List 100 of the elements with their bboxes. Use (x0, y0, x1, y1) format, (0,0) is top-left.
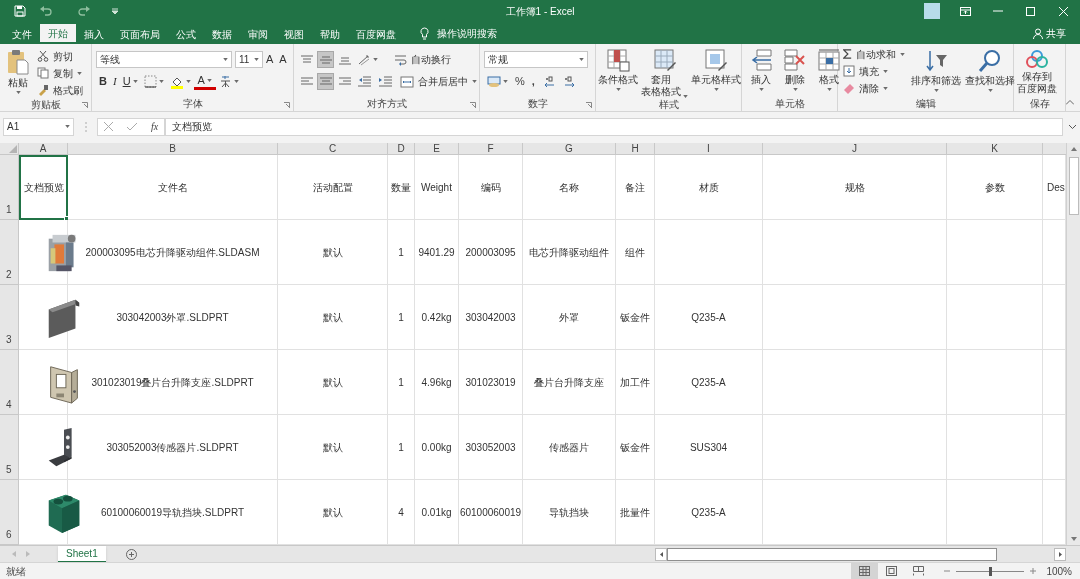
vertical-align-button[interactable] (317, 51, 334, 68)
dialog-launcher-icon[interactable] (470, 102, 476, 108)
increase-indent-button[interactable] (376, 73, 395, 90)
number-format-field[interactable]: 常规 (484, 51, 588, 68)
column-header[interactable]: G (523, 143, 616, 155)
lightbulb-icon[interactable] (420, 26, 429, 40)
maximize-icon[interactable] (1026, 6, 1035, 16)
row-header[interactable]: 2 (0, 220, 19, 285)
underline-button[interactable]: U (119, 73, 141, 90)
ribbon-tab[interactable]: 数据 (204, 24, 240, 44)
collapse-ribbon-icon[interactable] (1066, 100, 1074, 105)
ribbon-tab[interactable]: 文件 (4, 24, 40, 44)
row-header[interactable]: 1 (0, 155, 19, 220)
close-icon[interactable] (1059, 6, 1068, 16)
row-header[interactable]: 4 (0, 350, 19, 415)
table-cell: Q235-A (655, 285, 763, 350)
cancel-icon[interactable] (104, 122, 113, 131)
row-header[interactable]: 6 (0, 480, 19, 545)
row-header[interactable]: 3 (0, 285, 19, 350)
share-button[interactable]: 共享 (1046, 25, 1066, 41)
clear-button[interactable]: 清除 (840, 80, 908, 96)
dialog-launcher-icon[interactable] (82, 102, 88, 108)
dialog-launcher-icon[interactable] (284, 102, 290, 108)
ribbon-tab[interactable]: 百度网盘 (348, 24, 404, 44)
scroll-up-icon[interactable] (1070, 147, 1077, 151)
ribbon-tab[interactable]: 视图 (276, 24, 312, 44)
column-header[interactable]: B (68, 143, 278, 155)
merge-center-button[interactable]: 合并后居中 (397, 73, 480, 90)
autosum-button[interactable]: 自动求和 (840, 46, 908, 62)
ribbon-tab[interactable]: 插入 (76, 24, 112, 44)
zoom-slider[interactable] (956, 566, 1025, 576)
ribbon-tab[interactable]: 帮助 (312, 24, 348, 44)
wrap-text-button[interactable]: 自动换行 (391, 51, 454, 68)
table-cell: 文档预览 (19, 155, 68, 220)
scroll-left-button[interactable] (655, 547, 667, 561)
ribbon-display-icon[interactable] (960, 6, 971, 16)
comma-button[interactable]: , (528, 73, 538, 90)
ribbon-tab[interactable]: 审阅 (240, 24, 276, 44)
cell-style-button[interactable]: 单元格样式 (690, 45, 742, 98)
dialog-launcher-icon[interactable] (586, 102, 592, 108)
grow-font-button[interactable]: A (263, 51, 277, 68)
scrollbar-thumb[interactable] (667, 547, 997, 561)
sheet-tab[interactable]: Sheet1 (58, 545, 106, 563)
copy-button[interactable]: 复制 (34, 65, 86, 81)
scroll-right-button[interactable] (1054, 547, 1066, 561)
decrease-indent-button[interactable] (355, 73, 374, 90)
column-header[interactable]: I (655, 143, 763, 155)
tell-me-search[interactable]: 操作说明搜索 (437, 25, 497, 41)
ribbon-tab[interactable]: 页面布局 (112, 24, 168, 44)
column-header[interactable]: J (763, 143, 947, 155)
add-sheet-icon[interactable] (125, 548, 137, 560)
horizontal-align-button[interactable] (317, 73, 334, 90)
conditional-format-button[interactable]: 条件格式 (597, 45, 639, 98)
sort-filter-button[interactable]: 排序和筛选 (910, 46, 962, 97)
table-format-button[interactable]: 套用 表格格式 (640, 45, 689, 98)
font-color-button[interactable]: A (193, 73, 216, 90)
formula-input[interactable]: 文档预览 (165, 117, 1063, 136)
column-header[interactable]: H (616, 143, 655, 155)
insert-button[interactable]: 插入 (748, 45, 774, 97)
column-header[interactable]: A (19, 143, 68, 155)
format-button[interactable]: 格式 (816, 45, 842, 97)
scroll-down-icon[interactable] (1070, 537, 1077, 541)
font-size-field[interactable]: 11 (235, 51, 263, 68)
view-button[interactable] (851, 562, 879, 579)
redo-icon[interactable] (78, 6, 90, 16)
zoom-in-icon[interactable] (1030, 568, 1037, 574)
slider-thumb[interactable] (989, 566, 993, 576)
find-select-button[interactable]: 查找和选择 (964, 46, 1016, 97)
italic-button[interactable]: I (109, 73, 120, 90)
column-header[interactable]: C (278, 143, 388, 155)
cut-button[interactable]: 剪切 (34, 48, 86, 64)
undo-icon[interactable] (40, 6, 52, 16)
font-name-field[interactable]: 等线 (96, 51, 232, 68)
name-box[interactable]: A1 (3, 117, 74, 136)
save-icon[interactable] (14, 5, 26, 17)
ribbon-tab[interactable]: 开始 (40, 24, 76, 44)
expand-formula-icon[interactable] (1069, 124, 1076, 129)
ribbon-tab[interactable]: 公式 (168, 24, 204, 44)
column-header[interactable]: F (459, 143, 523, 155)
insert-function-button[interactable]: fx (151, 119, 159, 134)
drag-handle-icon[interactable] (85, 121, 87, 132)
column-header[interactable]: D (388, 143, 415, 155)
customize-toolbar-icon[interactable] (112, 8, 118, 14)
check-icon[interactable] (127, 122, 137, 131)
merge-cells-icon (400, 75, 414, 88)
save-to-cloud-button[interactable]: 保存到 百度网盘 (1016, 46, 1058, 97)
column-header[interactable]: E (415, 143, 459, 155)
column-header[interactable]: K (947, 143, 1043, 155)
vertical-scrollbar[interactable] (1066, 143, 1080, 545)
fill-button[interactable]: 填充 (840, 63, 908, 79)
percent-button[interactable]: % (512, 73, 528, 90)
paste-button[interactable]: 粘贴 (6, 46, 30, 98)
format-painter-button[interactable]: 格式刷 (34, 82, 86, 98)
scrollbar-thumb[interactable] (1068, 157, 1079, 215)
delete-button[interactable]: 删除 (782, 45, 808, 97)
row-header[interactable]: 5 (0, 415, 19, 480)
zoom-level[interactable]: 100% (1046, 563, 1072, 579)
shrink-font-button[interactable]: A (276, 51, 290, 68)
select-all-icon[interactable] (9, 145, 17, 153)
bold-button[interactable]: B (96, 73, 110, 90)
